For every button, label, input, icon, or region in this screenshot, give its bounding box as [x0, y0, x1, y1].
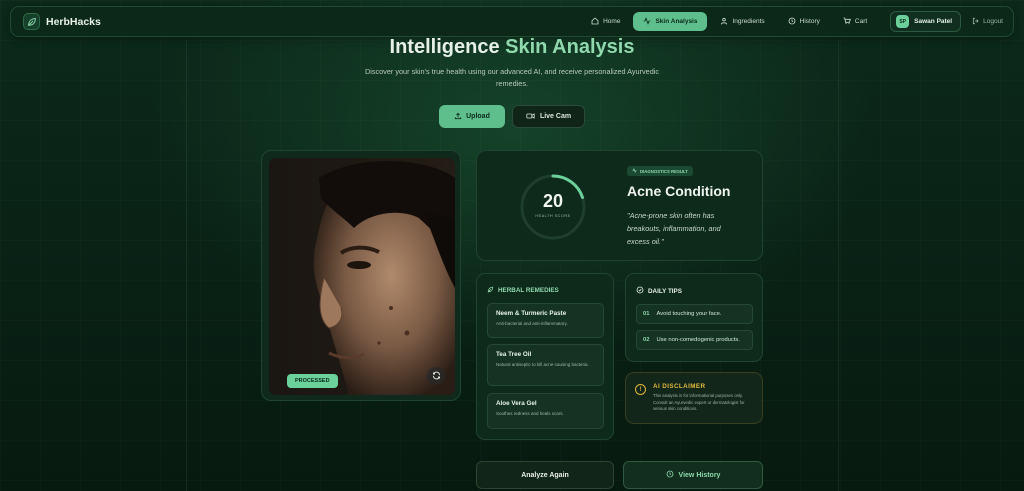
tip-number: 01: [643, 311, 650, 317]
cart-icon: [843, 17, 851, 27]
herbal-remedies-title-label: HERBAL REMEDIES: [498, 287, 559, 294]
brand-name: HerbHacks: [46, 15, 101, 28]
nav-item-ingredients[interactable]: Ingredients: [710, 12, 774, 31]
remedy-name: Neem & Turmeric Paste: [496, 310, 567, 317]
remedy-description: Soothes redness and heals scars.: [496, 411, 564, 416]
history-icon: [666, 470, 674, 480]
view-history-label: View History: [678, 471, 721, 479]
diagnostics-badge: DIAGNOSTICS RESULT: [627, 166, 693, 176]
remedy-item[interactable]: Tea Tree Oil Natural antiseptic to kill …: [487, 344, 604, 386]
page-title-accent: Skin Analysis: [505, 36, 635, 58]
leaf-icon: [487, 286, 494, 295]
info-icon: !: [635, 384, 646, 395]
avatar: SP: [896, 15, 910, 28]
nav-item-skin-analysis[interactable]: Skin Analysis: [633, 12, 708, 31]
activity-icon: [643, 16, 651, 27]
diagnostic-result-card: 20 HEALTH SCORE DIAGNOSTICS RESULT Acne …: [476, 150, 763, 261]
leaf-icon: [720, 17, 728, 27]
page-subtitle: Discover your skin's true health using o…: [364, 67, 660, 88]
face-photo: PROCESSED: [269, 158, 455, 395]
herbal-remedies-card: HERBAL REMEDIES Neem & Turmeric Paste An…: [476, 273, 614, 440]
nav-item-label: Ingredients: [732, 18, 765, 25]
remedy-item[interactable]: Aloe Vera Gel Soothes redness and heals …: [487, 393, 604, 429]
remedy-name: Aloe Vera Gel: [496, 400, 537, 407]
nav-item-cart[interactable]: Cart: [833, 12, 877, 31]
herbal-remedies-title: HERBAL REMEDIES: [487, 286, 559, 295]
nav-item-label: History: [799, 18, 820, 25]
home-icon: [591, 16, 599, 27]
video-camera-icon: [526, 112, 535, 122]
nav-item-home[interactable]: Home: [581, 12, 630, 31]
live-cam-label: Live Cam: [539, 113, 572, 120]
daily-tips-title-label: DAILY TIPS: [648, 287, 682, 295]
logout-button[interactable]: Logout: [972, 17, 1003, 27]
page-title-main: Intelligence: [389, 36, 500, 58]
ai-disclaimer-title: AI DISCLAIMER: [653, 383, 706, 390]
condition-description: "Acne-prone skin often has breakouts, in…: [627, 211, 721, 246]
remedy-name: Tea Tree Oil: [496, 351, 532, 358]
tip-text: Avoid touching your face.: [656, 311, 722, 317]
live-cam-button[interactable]: Live Cam: [512, 105, 585, 128]
upload-button[interactable]: Upload: [439, 105, 505, 128]
tip-item: 01 Avoid touching your face.: [636, 304, 753, 324]
diagnostics-badge-label: DIAGNOSTICS RESULT: [640, 168, 688, 174]
retake-button[interactable]: [427, 367, 445, 385]
leaf-icon: [23, 13, 40, 30]
brand[interactable]: HerbHacks: [23, 13, 101, 30]
nav-item-label: Cart: [854, 18, 868, 25]
user-name: Sawan Patel: [914, 18, 953, 25]
nav-item-label: Skin Analysis: [655, 18, 698, 25]
ai-disclaimer-text: This analysis is for informational purpo…: [653, 393, 745, 411]
refresh-icon: [432, 367, 441, 385]
activity-icon: [632, 167, 637, 174]
processed-badge: PROCESSED: [287, 374, 338, 388]
tip-item: 02 Use non-comedogenic products.: [636, 330, 753, 350]
tip-text: Use non-comedogenic products.: [656, 337, 740, 343]
logout-label: Logout: [983, 18, 1003, 25]
nav-item-label: Home: [603, 18, 621, 25]
daily-tips-title: DAILY TIPS: [636, 286, 682, 296]
remedy-description: Natural antiseptic to kill acne-causing …: [496, 362, 589, 367]
nav-item-history[interactable]: History: [778, 12, 830, 31]
condition-title: Acne Condition: [627, 183, 731, 199]
analyze-again-button[interactable]: Analyze Again: [476, 461, 614, 489]
remedy-description: Anti-bacterial and anti-inflammatory.: [496, 321, 568, 326]
tip-number: 02: [643, 337, 650, 343]
view-history-button[interactable]: View History: [623, 461, 763, 489]
upload-label: Upload: [466, 113, 490, 120]
ai-disclaimer-card: ! AI DISCLAIMER This analysis is for inf…: [625, 372, 763, 424]
health-score-label: HEALTH SCORE: [535, 214, 571, 218]
user-menu[interactable]: SP Sawan Patel: [890, 11, 962, 32]
history-icon: [788, 17, 796, 27]
check-circle-icon: [636, 286, 644, 296]
navbar: HerbHacks Home Skin Analysis Ingredients…: [10, 6, 1014, 37]
page-title: Intelligence Skin Analysis: [0, 36, 1024, 59]
image-preview-card: PROCESSED: [261, 150, 461, 401]
daily-tips-card: DAILY TIPS 01 Avoid touching your face. …: [625, 273, 763, 362]
logout-icon: [972, 17, 980, 27]
remedy-item[interactable]: Neem & Turmeric Paste Anti-bacterial and…: [487, 303, 604, 338]
upload-icon: [454, 112, 462, 122]
health-score-value: 20: [542, 191, 564, 211]
